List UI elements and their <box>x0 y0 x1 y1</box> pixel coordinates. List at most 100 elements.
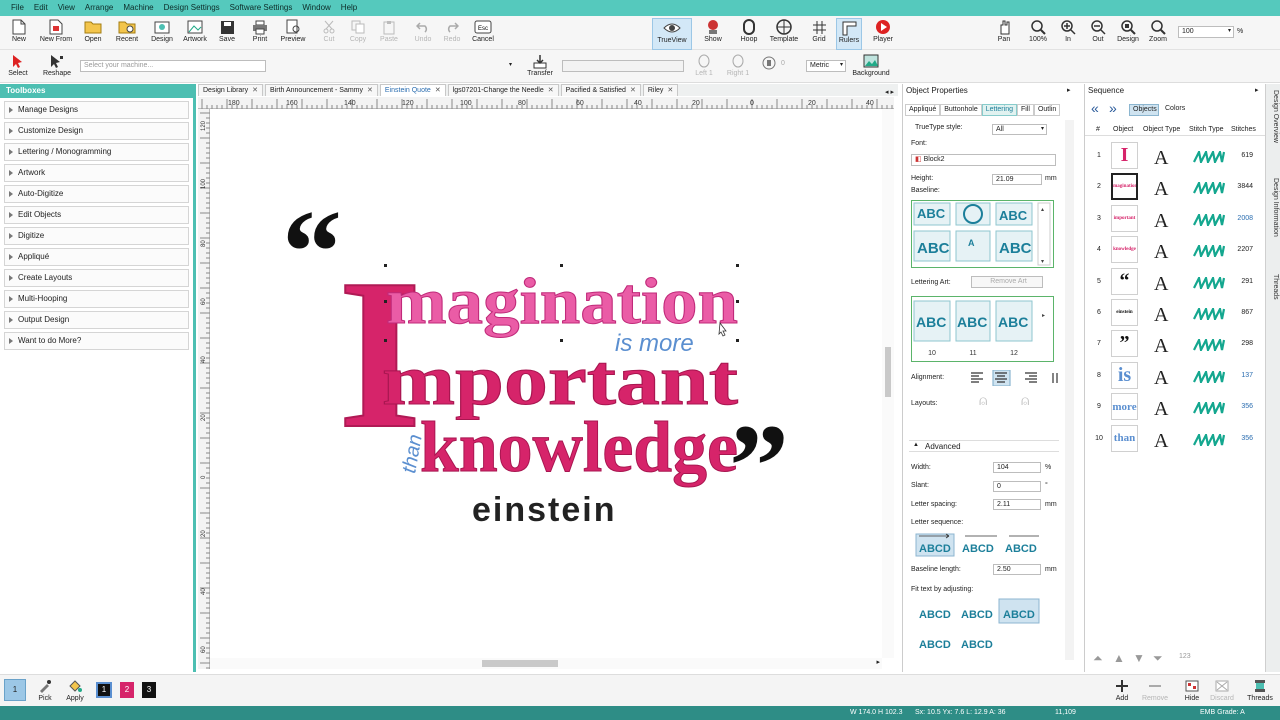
menu-design-settings[interactable]: Design Settings <box>159 0 225 16</box>
move-to-bottom-icon[interactable]: ⏷ <box>1153 651 1163 666</box>
layout-vertical-icon[interactable]: ⍝ <box>979 392 987 409</box>
sequence-center-out[interactable]: ABCD <box>962 543 994 555</box>
baseline-length-field[interactable]: 2.50 <box>993 564 1041 575</box>
fit-option-3[interactable]: ABCD <box>1003 609 1035 621</box>
truetype-select[interactable]: All ▾ <box>992 124 1047 135</box>
panel-collapse-icon[interactable]: ▸ <box>1255 86 1259 94</box>
vertical-scroll-thumb[interactable] <box>885 347 891 397</box>
tab-buttonhole[interactable]: Buttonhole <box>940 104 982 116</box>
close-icon[interactable]: ✕ <box>435 87 441 94</box>
new-button[interactable]: New <box>8 18 30 50</box>
sequence-row[interactable]: 6 einstein A 867 <box>1085 298 1265 328</box>
zoom-value-field[interactable]: 100 ▾ <box>1178 26 1234 38</box>
sequence-row[interactable]: 7 ” A 298 <box>1085 329 1265 359</box>
baseline-gallery[interactable]: ABC ABC ABC A ABC ▴ ▾ <box>911 200 1054 268</box>
object-thumbnail[interactable]: is <box>1111 361 1138 389</box>
toolbox-edit-objects[interactable]: Edit Objects <box>4 206 189 224</box>
menu-software-settings[interactable]: Software Settings <box>225 0 298 16</box>
tab-einstein-quote[interactable]: Einstein Quote ✕ <box>379 84 446 96</box>
scroll-right-icon[interactable]: ▸ <box>876 658 880 666</box>
sequence-next-icon[interactable]: » <box>1109 100 1117 116</box>
properties-scrollbar[interactable] <box>1065 120 1074 660</box>
cut-button[interactable]: Cut <box>319 18 339 50</box>
pick-button[interactable]: Pick <box>34 677 56 709</box>
tab-fill[interactable]: Fill <box>1016 104 1034 116</box>
tab-applique[interactable]: Appliqué <box>905 104 941 116</box>
remove-button[interactable]: Remove <box>1140 677 1170 709</box>
right-button[interactable]: Right 1 <box>722 52 754 84</box>
menu-help[interactable]: Help <box>336 0 362 16</box>
close-icon[interactable]: ✕ <box>630 87 636 94</box>
zoom-design-button[interactable]: Design <box>1114 18 1142 50</box>
fit-option-1[interactable]: ABCD <box>919 609 951 621</box>
thread-swatch-2[interactable]: 2 <box>120 682 134 698</box>
new-from-button[interactable]: New From <box>36 18 76 50</box>
sequence-row[interactable]: 10 than A 356 <box>1085 424 1265 454</box>
redo-button[interactable]: Redo <box>440 18 464 50</box>
toolbox-manage-designs[interactable]: Manage Designs <box>4 101 189 119</box>
move-up-icon[interactable]: ▲ <box>1113 651 1125 665</box>
zoom-100-button[interactable]: 100% <box>1025 18 1051 50</box>
units-select[interactable]: Metric ▾ <box>806 60 846 72</box>
rotate-value[interactable]: 0 <box>781 60 785 67</box>
threads-button[interactable]: Threads <box>1244 677 1276 709</box>
thread-swatch-1[interactable]: 1 <box>96 682 112 698</box>
tab-lettering[interactable]: Lettering <box>981 104 1017 116</box>
width-field[interactable]: 104 <box>993 462 1041 473</box>
toolbox-applique[interactable]: Appliqué <box>4 248 189 266</box>
menu-view[interactable]: View <box>53 0 80 16</box>
art-scroll-icon[interactable]: ▸ <box>1042 313 1045 319</box>
toolbox-multi-hooping[interactable]: Multi-Hooping <box>4 290 189 308</box>
zoom-in-button[interactable]: In <box>1056 18 1080 50</box>
select-tool-button[interactable]: Select <box>6 52 30 84</box>
sequence-right-left[interactable]: ABCD <box>1005 543 1037 555</box>
fit-option-4[interactable]: ABCD <box>919 639 951 651</box>
toolbox-auto-digitize[interactable]: Auto-Digitize <box>4 185 189 203</box>
object-thumbnail[interactable]: “ <box>1111 267 1138 295</box>
copy-button[interactable]: Copy <box>346 18 370 50</box>
paste-button[interactable]: Paste <box>376 18 402 50</box>
sequence-row[interactable]: 9 more A 356 <box>1085 392 1265 422</box>
close-icon[interactable]: ✕ <box>667 87 673 94</box>
tab-objects[interactable]: Objects <box>1129 104 1159 116</box>
toolbox-want-more[interactable]: Want to do More? <box>4 332 189 350</box>
show-button[interactable]: Show <box>700 18 726 50</box>
tab-design-library[interactable]: Design Library ✕ <box>198 84 264 96</box>
undo-button[interactable]: Undo <box>411 18 435 50</box>
align-right-icon[interactable] <box>1025 372 1037 383</box>
fit-option-5[interactable]: ABCD <box>961 639 993 651</box>
artwork-button[interactable]: Artwork <box>180 18 210 50</box>
transfer-button[interactable]: Transfer <box>523 52 557 84</box>
sequence-row[interactable]: 8 is A 137 <box>1085 361 1265 391</box>
tab-scroll-arrows-icon[interactable]: ◂ ▸ <box>885 88 898 96</box>
close-icon[interactable]: ✕ <box>252 87 258 94</box>
object-thumbnail[interactable]: more <box>1111 393 1138 421</box>
sequence-row[interactable]: 1 I A 619 <box>1085 141 1265 171</box>
thread-chart-select[interactable] <box>562 60 684 72</box>
tab-colors[interactable]: Colors <box>1165 105 1185 112</box>
threads-tab[interactable]: Threads <box>1268 274 1279 316</box>
sequence-row[interactable]: 4 knowledge A 2207 <box>1085 235 1265 265</box>
horizontal-scrollbar[interactable]: ▸ <box>210 658 882 669</box>
save-button[interactable]: Save <box>216 18 238 50</box>
object-thumbnail[interactable]: than <box>1111 424 1138 452</box>
design-line-imagination[interactable]: magination <box>386 265 739 339</box>
horizontal-scroll-thumb[interactable] <box>482 660 558 667</box>
menu-file[interactable]: File <box>6 0 29 16</box>
panel-collapse-icon[interactable]: ▸ <box>1067 86 1071 94</box>
mirror-icon[interactable] <box>762 56 776 72</box>
print-button[interactable]: Print <box>249 18 271 50</box>
preview-button[interactable]: Preview <box>278 18 308 50</box>
sequence-row[interactable]: 2 imagination A 3844 <box>1085 172 1265 202</box>
letter-spacing-field[interactable]: 2.11 <box>993 499 1041 510</box>
toolbox-output-design[interactable]: Output Design <box>4 311 189 329</box>
numbering-icon[interactable]: 123 <box>1179 653 1191 660</box>
machine-dropdown-arrow-icon[interactable]: ▾ <box>509 61 512 68</box>
vertical-scrollbar[interactable] <box>882 109 894 658</box>
reshape-tool-button[interactable]: Reshape <box>42 52 72 84</box>
align-left-icon[interactable] <box>971 372 983 383</box>
layer-1-button[interactable]: 1 <box>4 679 26 701</box>
gallery-scroll-down-icon[interactable]: ▾ <box>1041 259 1044 265</box>
discard-button[interactable]: Discard <box>1208 677 1236 709</box>
tab-outline[interactable]: Outlin <box>1033 104 1061 116</box>
